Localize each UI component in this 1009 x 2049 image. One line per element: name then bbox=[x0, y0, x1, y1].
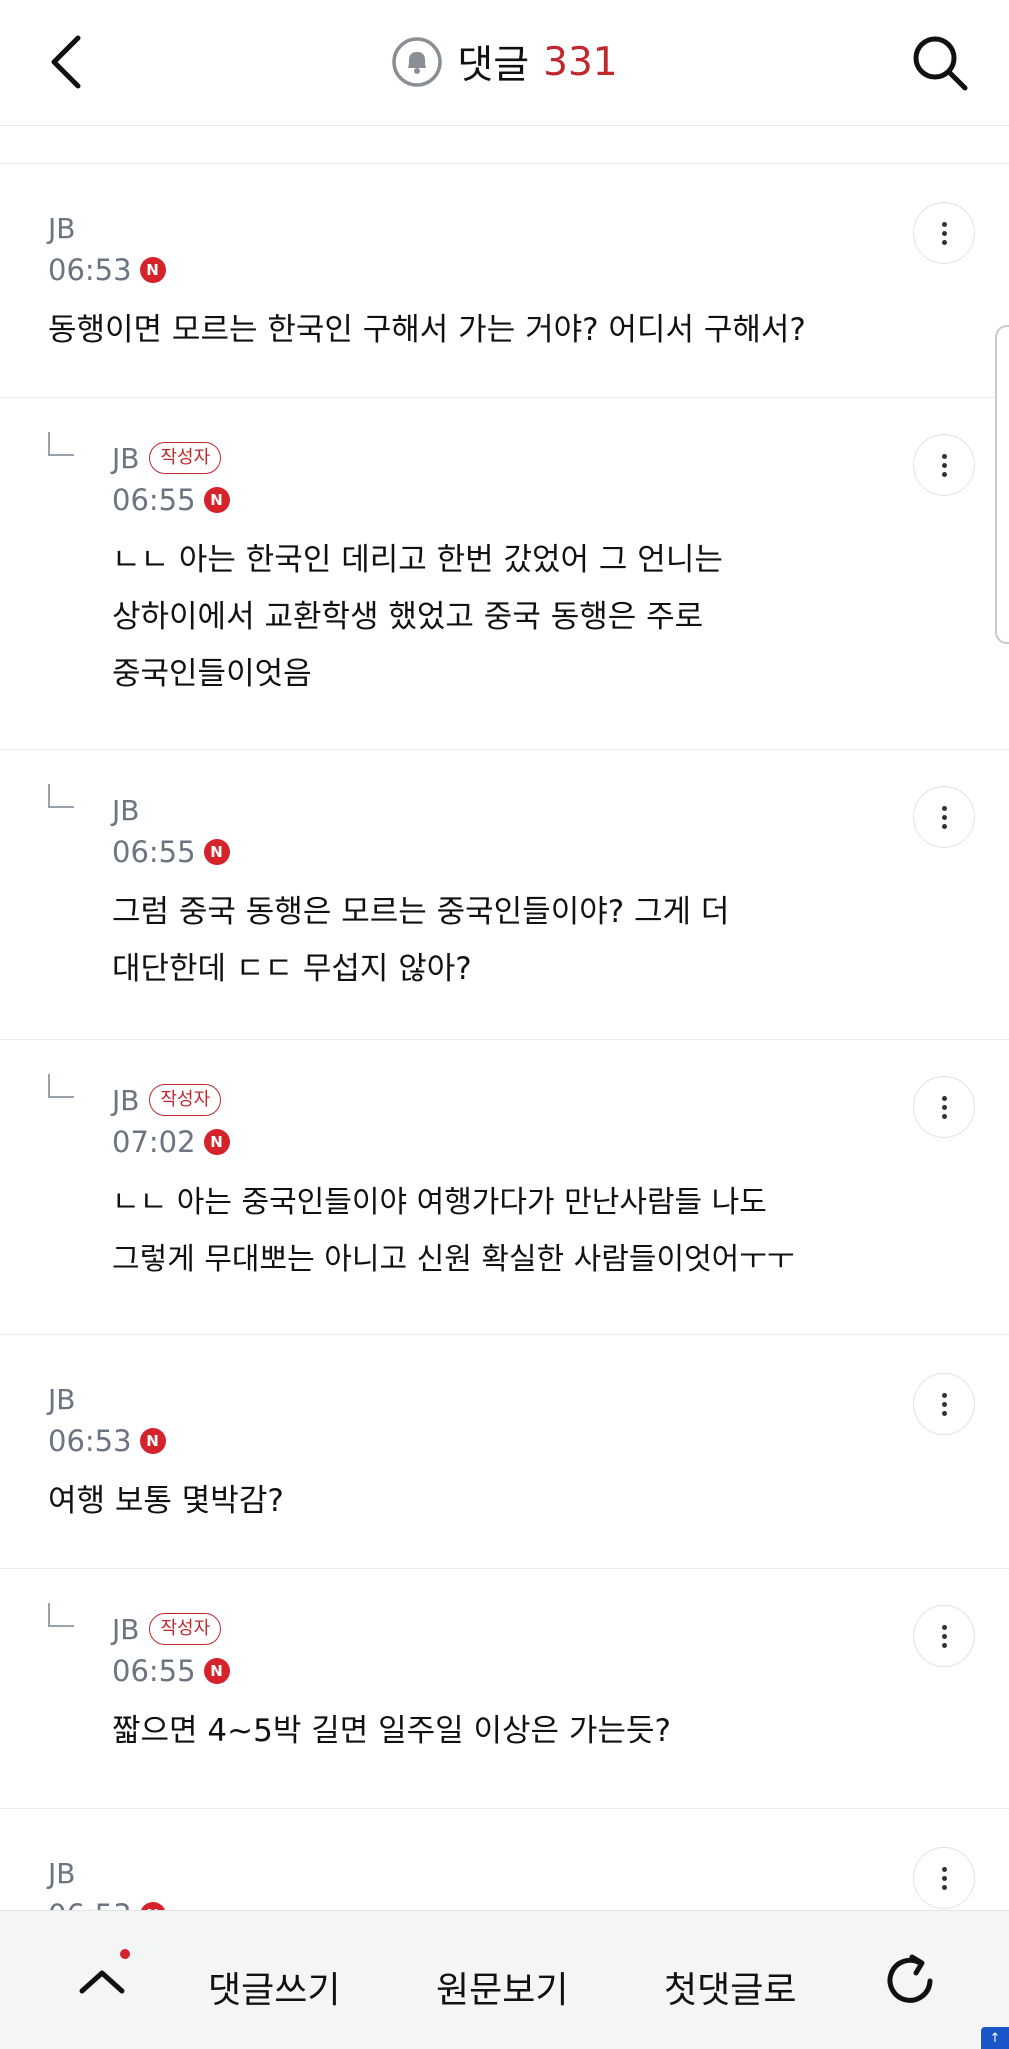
comment-item: JB 06:53 N 동행이면 모르는 한국인 구해서 가는 거야? 어디서 구… bbox=[0, 164, 1009, 398]
reply-indent-icon bbox=[48, 784, 74, 808]
new-badge: N bbox=[139, 257, 166, 283]
more-vertical-icon bbox=[941, 452, 947, 479]
reply-item: JB 작성자 06:55 N 짧으면 4~5박 길면 일주일 이상은 가는듯? bbox=[0, 1569, 1009, 1809]
view-original-button[interactable]: 원문보기 bbox=[436, 1961, 568, 2013]
reply-indent-icon bbox=[48, 1603, 74, 1627]
comment-time: 06:55 bbox=[112, 483, 196, 517]
scroll-handle[interactable] bbox=[995, 325, 1009, 644]
notification-dot bbox=[120, 1949, 130, 1959]
first-comment-button[interactable]: 첫댓글로 bbox=[664, 1961, 796, 2013]
title-label: 댓글 bbox=[457, 43, 530, 88]
comment-item: JB 06:53 N 여행 보통 몇박감? bbox=[0, 1335, 1009, 1569]
comment-list: JB 06:53 N 동행이면 모르는 한국인 구해서 가는 거야? 어디서 구… bbox=[0, 125, 1009, 2009]
comment-text: ㄴㄴ 아는 한국인 데리고 한번 갔었어 그 언니는 상하이에서 교환학생 했었… bbox=[112, 542, 723, 692]
comment-text: 그럼 중국 동행은 모르는 중국인들이야? 그게 더 대단한데 ㄷㄷ 무섭지 않… bbox=[112, 894, 730, 987]
reply-item: JB 06:55 N 그럼 중국 동행은 모르는 중국인들이야? 그게 더 대단… bbox=[0, 750, 1009, 1040]
new-badge: N bbox=[203, 1658, 230, 1684]
comment-time: 06:53 bbox=[48, 1424, 132, 1458]
write-comment-button[interactable]: 댓글쓰기 bbox=[208, 1961, 340, 2013]
list-divider bbox=[0, 125, 1009, 164]
author-badge: 작성자 bbox=[149, 442, 222, 474]
new-badge: N bbox=[203, 1129, 230, 1155]
author-badge: 작성자 bbox=[149, 1613, 222, 1645]
more-options-button[interactable] bbox=[913, 1605, 975, 1667]
more-options-button[interactable] bbox=[913, 1373, 975, 1435]
floating-arrow-icon[interactable]: ↑ bbox=[981, 2027, 1009, 2049]
more-vertical-icon bbox=[941, 1865, 947, 1892]
search-icon bbox=[913, 36, 968, 91]
comment-text: 짧으면 4~5박 길면 일주일 이상은 가는듯? bbox=[112, 1713, 671, 1749]
new-badge: N bbox=[139, 1428, 166, 1454]
more-vertical-icon bbox=[941, 1391, 947, 1418]
comment-count: 331 bbox=[543, 39, 618, 85]
more-vertical-icon bbox=[941, 804, 947, 831]
refresh-button[interactable] bbox=[882, 1951, 942, 2011]
more-vertical-icon bbox=[941, 1623, 947, 1650]
bottom-toolbar: 댓글쓰기 원문보기 첫댓글로 ↑ bbox=[0, 1910, 1009, 2049]
top-header: 댓글 331 bbox=[0, 0, 1009, 126]
scroll-top-button[interactable] bbox=[72, 1961, 132, 2001]
more-vertical-icon bbox=[941, 1094, 947, 1121]
refresh-icon bbox=[887, 1954, 933, 2003]
comment-text: 여행 보통 몇박감? bbox=[48, 1483, 284, 1519]
comment-author[interactable]: JB bbox=[112, 1084, 139, 1117]
reply-indent-icon bbox=[48, 432, 74, 456]
comment-time: 06:53 bbox=[48, 253, 132, 287]
search-button[interactable] bbox=[909, 32, 971, 94]
comment-author[interactable]: JB bbox=[48, 1857, 75, 1890]
chevron-up-icon bbox=[79, 1970, 125, 1994]
more-options-button[interactable] bbox=[913, 786, 975, 848]
comment-author[interactable]: JB bbox=[112, 1613, 139, 1646]
reply-item: JB 작성자 06:55 N ㄴㄴ 아는 한국인 데리고 한번 갔었어 그 언니… bbox=[0, 398, 1009, 750]
comment-author[interactable]: JB bbox=[48, 212, 75, 245]
more-options-button[interactable] bbox=[913, 202, 975, 264]
comment-author[interactable]: JB bbox=[112, 442, 139, 475]
comment-author[interactable]: JB bbox=[112, 794, 139, 827]
comment-time: 06:55 bbox=[112, 1654, 196, 1688]
author-badge: 작성자 bbox=[149, 1084, 222, 1116]
more-options-button[interactable] bbox=[913, 434, 975, 496]
more-options-button[interactable] bbox=[913, 1076, 975, 1138]
page-title: 댓글 331 bbox=[0, 34, 1009, 90]
more-vertical-icon bbox=[941, 220, 947, 247]
bell-icon[interactable] bbox=[391, 36, 443, 88]
reply-item: JB 작성자 07:02 N ㄴㄴ 아는 중국인들이야 여행가다가 만난사람들 … bbox=[0, 1040, 1009, 1335]
comment-text: ㄴㄴ 아는 중국인들이야 여행가다가 만난사람들 나도 그렇게 무대뽀는 아니고… bbox=[112, 1185, 795, 1277]
comment-time: 07:02 bbox=[112, 1125, 196, 1159]
reply-indent-icon bbox=[48, 1074, 74, 1098]
comment-text: 동행이면 모르는 한국인 구해서 가는 거야? 어디서 구해서? bbox=[48, 312, 806, 348]
comment-time: 06:55 bbox=[112, 835, 196, 869]
new-badge: N bbox=[203, 839, 230, 865]
new-badge: N bbox=[203, 487, 230, 513]
more-options-button[interactable] bbox=[913, 1847, 975, 1909]
comment-author[interactable]: JB bbox=[48, 1383, 75, 1416]
